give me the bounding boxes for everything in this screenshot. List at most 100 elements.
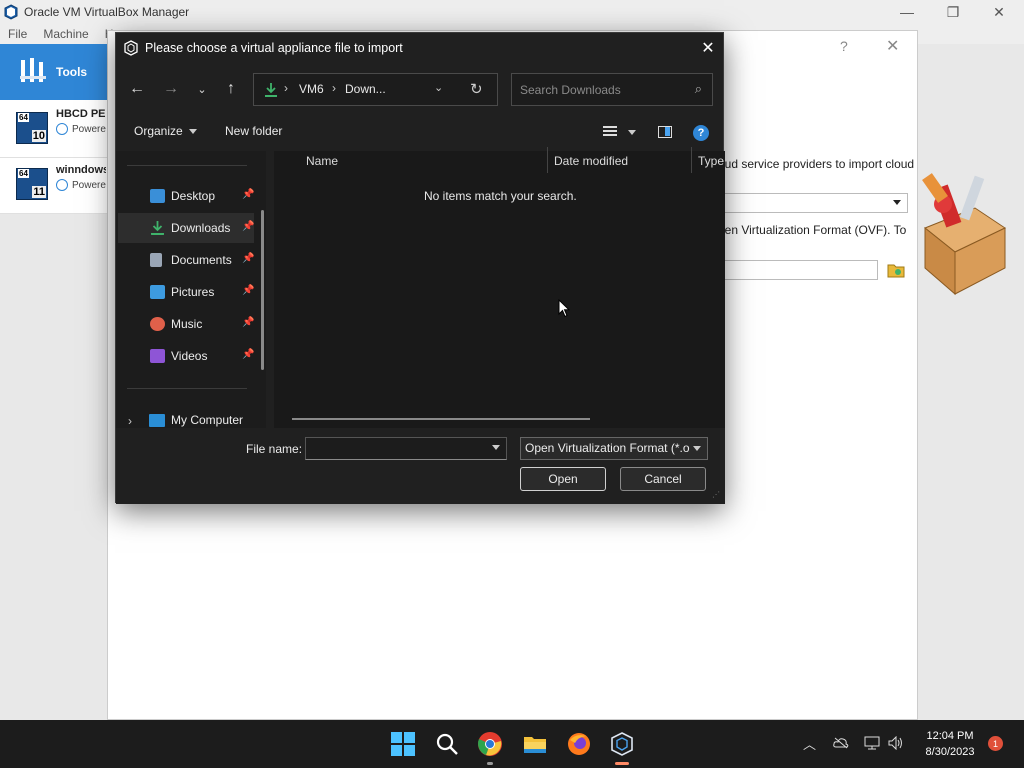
view-options-icon[interactable]: [602, 125, 618, 139]
organize-label: Organize: [134, 124, 183, 138]
nav-scrollbar[interactable]: [261, 210, 264, 370]
search-icon[interactable]: [434, 731, 460, 757]
nav-item-pictures[interactable]: Pictures 📌: [118, 277, 254, 307]
column-divider[interactable]: [691, 147, 692, 173]
volume-icon[interactable]: [888, 736, 904, 750]
system-clock[interactable]: 12:04 PM 8/30/2023: [920, 728, 980, 760]
sidebar-item-vm-winndows[interactable]: 64 11 winndows Powered Off: [0, 158, 107, 214]
power-off-icon: [56, 179, 68, 191]
column-divider[interactable]: [547, 147, 548, 173]
chevron-down-icon[interactable]: [492, 445, 500, 450]
pin-icon: 📌: [242, 253, 255, 264]
pin-icon: 📌: [242, 189, 255, 200]
preview-pane-icon[interactable]: [658, 126, 672, 138]
nav-label: Music: [171, 317, 203, 331]
file-type-filter[interactable]: Open Virtualization Format (*.o: [520, 437, 708, 460]
back-button[interactable]: ←: [125, 77, 149, 101]
resize-grip-icon[interactable]: ⋰: [712, 490, 720, 499]
power-off-icon: [56, 123, 68, 135]
open-button[interactable]: Open: [520, 467, 606, 491]
column-header-type[interactable]: Type: [698, 154, 724, 168]
active-app-indicator: [615, 762, 629, 765]
sidebar-item-tools[interactable]: Tools: [0, 44, 107, 100]
chevron-right-icon[interactable]: ›: [128, 414, 132, 428]
nav-item-music[interactable]: Music 📌: [118, 309, 254, 339]
view-caret-icon[interactable]: [628, 130, 636, 135]
windows11-os-icon: 64 11: [16, 168, 48, 200]
chrome-icon[interactable]: [477, 731, 503, 757]
vbox-title-bar: Oracle VM VirtualBox Manager — ❐ ✕: [0, 0, 1024, 24]
menu-file[interactable]: File: [8, 27, 27, 41]
minimize-button[interactable]: —: [884, 0, 930, 24]
windows-start-icon[interactable]: [390, 731, 416, 757]
close-icon: ✕: [701, 40, 715, 57]
search-input[interactable]: [512, 74, 682, 105]
computer-icon: [149, 414, 165, 427]
nav-item-videos[interactable]: Videos 📌: [118, 341, 254, 371]
column-header-name[interactable]: Name: [306, 154, 338, 168]
forward-button[interactable]: →: [159, 77, 183, 101]
nav-item-desktop[interactable]: Desktop 📌: [118, 181, 254, 211]
address-dropdown-icon[interactable]: ⌄: [434, 81, 443, 94]
sidebar-item-vm-hbcd[interactable]: 64 10 HBCD PE x Powered Off: [0, 102, 107, 158]
nav-item-my-computer[interactable]: My Computer: [171, 413, 243, 427]
virtualbox-icon[interactable]: [609, 731, 635, 757]
list-scrollbar[interactable]: [292, 418, 590, 420]
chevron-down-icon: [693, 446, 701, 451]
vm-state: Powered Off: [72, 180, 106, 191]
divider: [127, 388, 247, 389]
column-header-date-modified[interactable]: Date modified: [554, 154, 628, 168]
chevron-up-icon[interactable]: ︿: [803, 734, 816, 753]
nav-item-documents[interactable]: Documents 📌: [118, 245, 254, 275]
file-path-field[interactable]: [722, 260, 878, 280]
empty-message: No items match your search.: [424, 189, 577, 203]
source-combo[interactable]: [722, 193, 908, 213]
organize-button[interactable]: Organize: [134, 124, 197, 138]
recent-locations-button[interactable]: ⌄: [190, 77, 214, 101]
chevron-right-icon: ›: [332, 81, 336, 95]
divider: [127, 165, 247, 166]
new-folder-button[interactable]: New folder: [225, 124, 282, 138]
search-box[interactable]: ⌕: [511, 73, 713, 106]
help-icon[interactable]: ?: [693, 125, 709, 141]
breadcrumb-downloads[interactable]: Down...: [345, 82, 386, 96]
firefox-icon[interactable]: [566, 731, 592, 757]
filter-value: Open Virtualization Format (*.o: [525, 441, 690, 455]
file-name-input[interactable]: [305, 437, 507, 460]
arrow-up-icon: ↑: [227, 80, 235, 97]
notification-badge[interactable]: 1: [988, 736, 1003, 751]
toolbox-illustration-icon: [922, 173, 1007, 296]
address-bar[interactable]: › VM6 › Down... ⌄ ↻: [253, 73, 498, 106]
documents-icon: [150, 253, 162, 267]
nav-label: Pictures: [171, 285, 215, 299]
refresh-icon[interactable]: ↻: [470, 80, 483, 98]
folder-open-icon[interactable]: [887, 262, 905, 278]
wizard-help-button[interactable]: ?: [840, 38, 848, 54]
file-open-dialog: Please choose a virtual appliance file t…: [115, 32, 725, 504]
maximize-button[interactable]: ❐: [930, 0, 976, 24]
wizard-description-text: oud service providers to import cloud: [718, 157, 915, 171]
dialog-title: Please choose a virtual appliance file t…: [145, 41, 403, 55]
search-icon: ⌕: [694, 81, 702, 96]
close-window-button[interactable]: ✕: [976, 0, 1022, 24]
menu-machine[interactable]: Machine: [43, 27, 88, 41]
up-button[interactable]: ↑: [219, 77, 243, 101]
file-explorer-icon[interactable]: [522, 731, 548, 757]
virtualbox-logo-icon: [4, 4, 18, 20]
wizard-close-button[interactable]: ✕: [886, 36, 899, 56]
network-icon[interactable]: [864, 736, 880, 750]
file-name-label: File name:: [246, 442, 303, 456]
nav-item-downloads[interactable]: Downloads 📌: [118, 213, 254, 243]
dialog-close-button[interactable]: ✕: [697, 37, 719, 59]
onedrive-offline-icon[interactable]: [833, 737, 849, 749]
tools-label: Tools: [56, 65, 88, 79]
mouse-cursor-icon: [558, 299, 570, 318]
cancel-button[interactable]: Cancel: [620, 467, 706, 491]
pictures-icon: [150, 285, 165, 299]
music-icon: [150, 317, 165, 331]
nav-label: Downloads: [171, 221, 231, 235]
desktop-icon: [150, 189, 165, 203]
app-title: Oracle VM VirtualBox Manager: [24, 5, 190, 19]
videos-icon: [150, 349, 165, 363]
breadcrumb-vm6[interactable]: VM6: [299, 82, 324, 96]
